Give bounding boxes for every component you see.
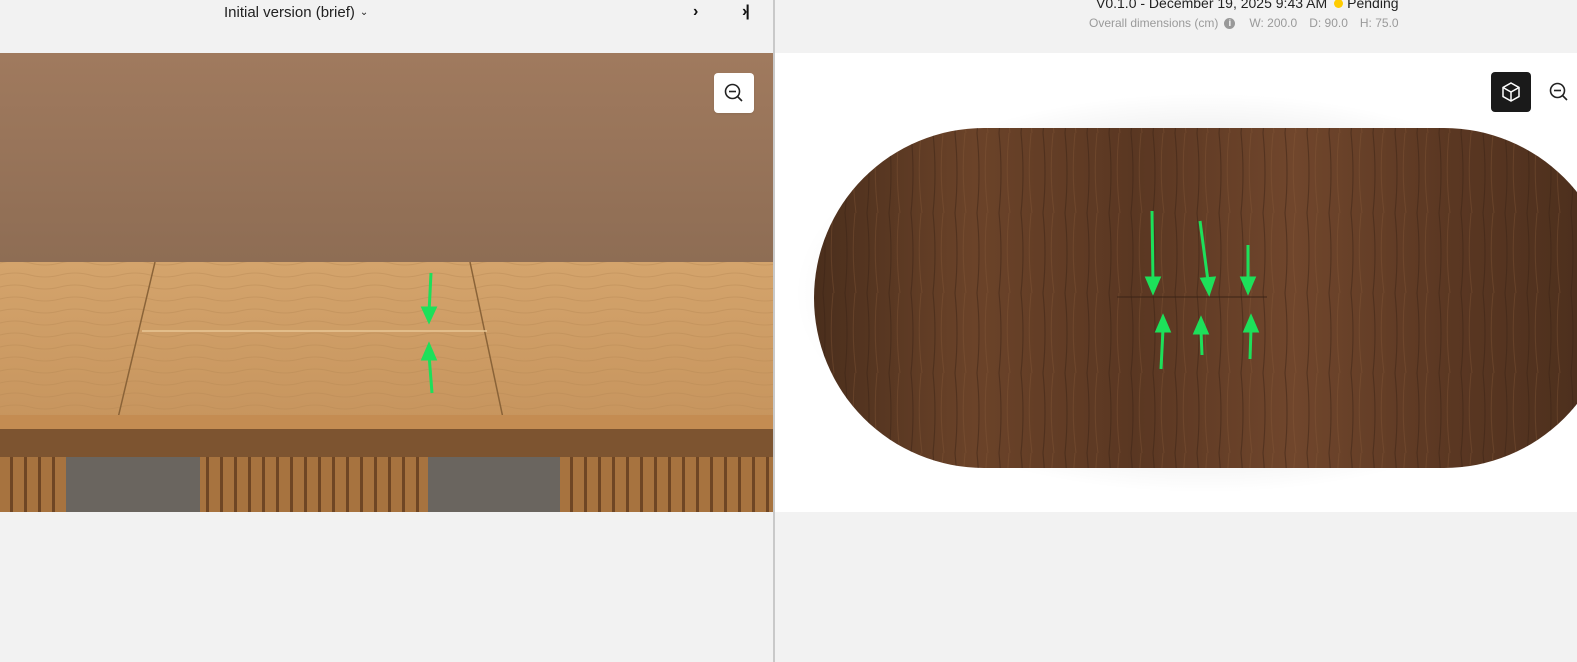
model-view-panel[interactable]: [775, 53, 1577, 512]
table-top-view: [795, 93, 1577, 493]
reference-image-panel: [0, 53, 773, 512]
status-dot-icon: [1334, 0, 1344, 8]
version-info: V0.1.0 - December 19, 2025 9:43 AM Pendi…: [1096, 0, 1399, 11]
skip-to-end-icon: ›|: [742, 3, 750, 20]
chevron-down-icon: ⌄: [359, 7, 369, 18]
version-dropdown[interactable]: Initial version (brief) ⌄: [224, 4, 368, 21]
depth-value: D: 90.0: [1309, 16, 1348, 30]
table-photo: [0, 53, 773, 512]
left-header: Initial version (brief) ⌄ › ›|: [0, 0, 773, 53]
zoom-out-button-right[interactable]: [1548, 72, 1577, 112]
height-value: H: 75.0: [1359, 16, 1399, 30]
zoom-out-button-left[interactable]: [714, 73, 754, 113]
last-version-button[interactable]: ›|: [742, 3, 750, 21]
3d-view-button[interactable]: [1491, 72, 1531, 112]
next-version-button[interactable]: ›: [693, 3, 698, 21]
version-dropdown-label: Initial version (brief): [224, 4, 355, 21]
version-line: V0.1.0 - December 19, 2025 9:43 AM: [1096, 0, 1328, 11]
info-icon[interactable]: i: [1224, 17, 1236, 29]
dimensions-label: Overall dimensions (cm): [1089, 16, 1219, 30]
dimensions-row: Overall dimensions (cm) i W: 200.0 D: 90…: [1089, 16, 1405, 30]
width-value: W: 200.0: [1249, 16, 1298, 30]
zoom-out-icon: [724, 83, 743, 102]
chevron-right-icon: ›: [693, 3, 699, 20]
right-header: V0.1.0 - December 19, 2025 9:43 AM Pendi…: [775, 0, 1577, 53]
cube-icon: [1502, 82, 1520, 102]
status-text: Pending: [1347, 0, 1399, 11]
zoom-out-icon: [1549, 82, 1568, 101]
